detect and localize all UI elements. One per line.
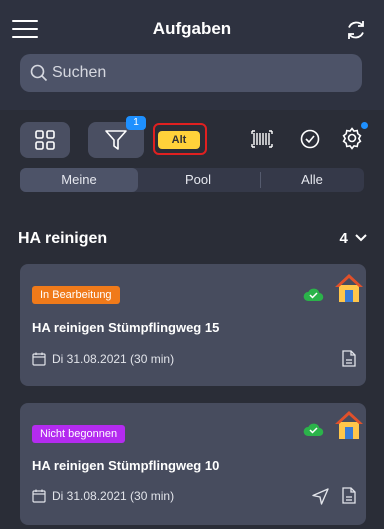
house-icon [335,411,363,439]
gear-icon [342,127,362,150]
done-filter-button[interactable] [299,128,321,155]
filter-icon [105,130,127,150]
section-count-toggle[interactable]: 4 [339,230,368,247]
segment-meine[interactable]: Meine [20,168,138,192]
task-card[interactable]: Nicht begonnen HA reinigen Stümpflingweg… [20,403,366,525]
status-badge: In Bearbeitung [32,286,120,304]
task-date: Di 31.08.2021 (30 min) [32,352,174,366]
search-icon [30,64,48,82]
grid-view-button[interactable] [20,122,70,158]
scope-segmented-control: Meine Pool Alle [20,168,364,192]
settings-button[interactable] [340,126,364,155]
status-badge: Nicht begonnen [32,425,126,443]
settings-notification-dot [361,122,368,129]
task-date: Di 31.08.2021 (30 min) [32,489,174,503]
check-circle-icon [300,129,320,149]
navigate-icon[interactable] [312,488,329,505]
cloud-synced-icon [303,288,324,302]
task-date-text: Di 31.08.2021 (30 min) [52,489,175,503]
task-card[interactable]: In Bearbeitung HA reinigen Stümpflingweg… [20,264,366,386]
house-icon [335,274,363,302]
section-count: 4 [339,230,348,247]
barcode-icon [251,130,273,148]
cloud-synced-icon [303,423,324,437]
calendar-icon [32,352,46,366]
segment-pool[interactable]: Pool [138,168,258,192]
document-icon[interactable] [342,350,356,367]
barcode-scanner-button[interactable] [251,128,273,155]
sync-icon[interactable] [344,18,368,42]
app-header: Aufgaben Suchen [0,0,384,110]
section-title: HA reinigen [18,230,108,247]
alt-label: Alt [158,131,200,149]
segment-alle[interactable]: Alle [260,168,364,192]
task-date-text: Di 31.08.2021 (30 min) [52,352,175,366]
chevron-down-icon [355,234,367,242]
filter-count-badge: 1 [126,116,146,130]
task-title: HA reinigen Stümpflingweg 15 [32,320,220,335]
grid-icon [35,130,55,150]
page-title: Aufgaben [152,19,232,38]
calendar-icon [32,489,46,503]
task-title: HA reinigen Stümpflingweg 10 [32,458,220,473]
document-icon[interactable] [342,487,356,504]
search-placeholder: Suchen [52,64,107,81]
search-input[interactable]: Suchen [20,54,362,92]
